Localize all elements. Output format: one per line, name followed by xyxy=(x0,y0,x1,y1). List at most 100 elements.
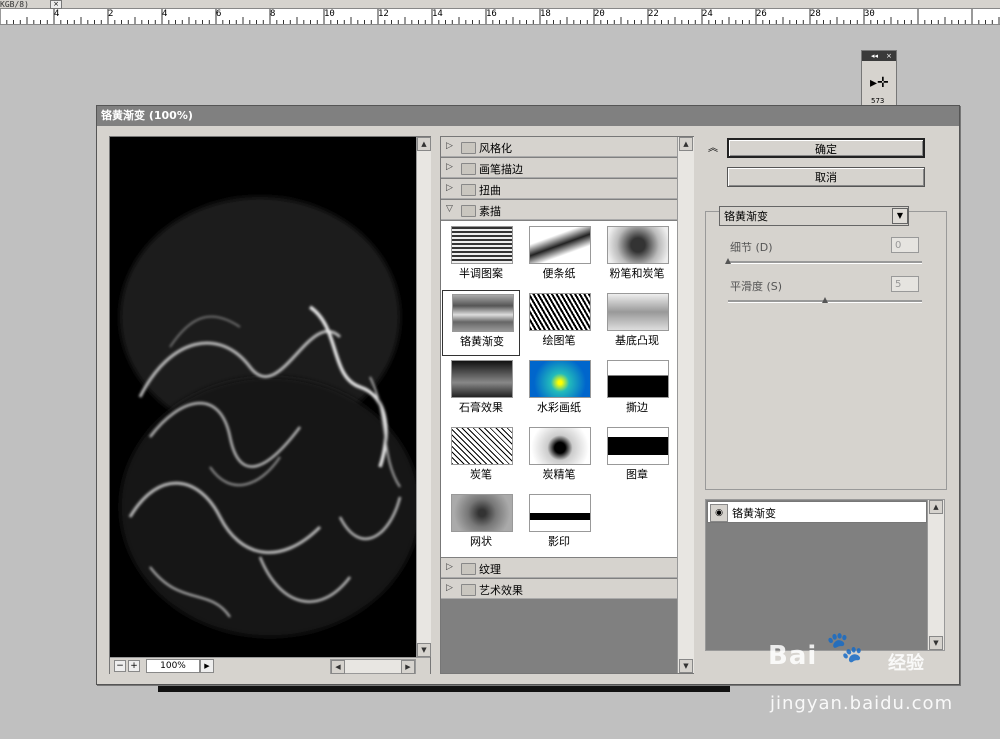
filter-thumbnail-label: 便条纸 xyxy=(542,267,576,280)
cancel-button[interactable]: 取消 xyxy=(727,167,925,187)
filter-thumbnail-label: 基底凸现 xyxy=(615,334,659,347)
filter-thumbnail[interactable]: 便条纸 xyxy=(520,223,598,289)
preview-horizontal-scrollbar[interactable]: ◀ ▶ xyxy=(330,659,416,674)
expand-triangle-icon[interactable]: ▷ xyxy=(446,141,453,151)
scroll-up-icon[interactable]: ▲ xyxy=(417,137,431,151)
scroll-right-icon[interactable]: ▶ xyxy=(401,660,415,674)
expand-triangle-icon[interactable]: ▷ xyxy=(446,562,453,572)
gallery-vertical-scrollbar[interactable]: ▲ ▼ xyxy=(677,137,694,673)
ok-button[interactable]: 确定 xyxy=(727,138,925,158)
filter-thumbnail-image xyxy=(452,294,514,332)
filter-thumbnail[interactable]: 基底凸现 xyxy=(598,290,676,356)
scroll-down-icon[interactable]: ▼ xyxy=(679,659,693,673)
category-texture[interactable]: ▷ 纹理 xyxy=(441,558,677,578)
expand-triangle-icon[interactable]: ▷ xyxy=(446,583,453,593)
filter-thumbnail[interactable]: 铬黄渐变 xyxy=(442,290,520,356)
category-distort[interactable]: ▷ 扭曲 xyxy=(441,179,677,199)
collapse-icon[interactable]: ◂◂ xyxy=(871,51,878,61)
filter-thumbnail-image xyxy=(607,226,669,264)
category-artistic[interactable]: ▷ 艺术效果 xyxy=(441,579,677,599)
scroll-up-icon[interactable]: ▲ xyxy=(679,137,693,151)
filter-thumbnail[interactable]: 绘图笔 xyxy=(520,290,598,356)
filter-thumbnail-image xyxy=(607,293,669,331)
filter-thumbnail[interactable]: 影印 xyxy=(520,491,598,557)
filter-thumbnail[interactable]: 石膏效果 xyxy=(442,357,520,423)
chevron-down-icon[interactable]: ▼ xyxy=(892,208,908,224)
ruler-corner-label: KGB/8) xyxy=(0,0,29,9)
filter-thumbnail[interactable]: 粉笔和炭笔 xyxy=(598,223,676,289)
folder-icon xyxy=(461,163,476,175)
dialog-title[interactable]: 铬黄渐变 (100%) xyxy=(97,106,959,126)
detail-slider-knob[interactable] xyxy=(725,258,731,264)
filter-thumbnail[interactable]: 半调图案 xyxy=(442,223,520,289)
filter-thumbnail-label: 粉笔和炭笔 xyxy=(609,267,665,280)
collapse-triangle-icon[interactable]: ▽ xyxy=(446,204,453,214)
filter-thumbnail-image xyxy=(607,427,669,465)
ruler-label: 26 xyxy=(756,9,767,19)
tool-panel-number: 573 xyxy=(871,97,885,105)
ruler-label: 24 xyxy=(702,9,713,19)
ruler: KGB/8) × 4 2 4 6 8 10 12 14 16 18 20 22 24 26 28 30 xyxy=(0,0,1000,25)
filter-thumbnail[interactable]: 图章 xyxy=(598,424,676,490)
filter-thumbnail[interactable]: 网状 xyxy=(442,491,520,557)
ruler-label: 28 xyxy=(810,9,821,19)
ruler-label: 14 xyxy=(432,9,443,19)
zoom-level-field[interactable]: 100% xyxy=(146,659,200,673)
watermark-url: jingyan.baidu.com xyxy=(770,693,954,714)
filter-thumbnail-label: 撕边 xyxy=(626,401,648,414)
filter-thumbnail-image xyxy=(451,494,513,532)
scroll-up-icon[interactable]: ▲ xyxy=(929,500,943,514)
ruler-label: 10 xyxy=(324,9,335,19)
move-tool-icon[interactable]: ▸✛ xyxy=(870,75,889,91)
chrome-effect-image xyxy=(110,137,416,657)
scroll-down-icon[interactable]: ▼ xyxy=(417,643,431,657)
category-label: 艺术效果 xyxy=(479,584,523,597)
category-stylize[interactable]: ▷ 风格化 xyxy=(441,137,677,157)
preview-image[interactable] xyxy=(110,137,416,657)
folder-icon xyxy=(461,184,476,196)
smoothness-slider-knob[interactable] xyxy=(822,297,828,303)
ruler-ticks xyxy=(0,9,1000,24)
filter-thumbnail[interactable]: 炭精笔 xyxy=(520,424,598,490)
layers-vertical-scrollbar[interactable]: ▲ ▼ xyxy=(927,500,944,650)
filter-thumbnail-image xyxy=(451,360,513,398)
filter-thumbnail-label: 影印 xyxy=(548,535,570,548)
scroll-left-icon[interactable]: ◀ xyxy=(331,660,345,674)
scroll-down-icon[interactable]: ▼ xyxy=(929,636,943,650)
effect-layer-row[interactable]: ◉ 铬黄渐变 xyxy=(707,501,927,523)
smoothness-field[interactable]: 5 xyxy=(891,276,919,292)
folder-icon xyxy=(461,563,476,575)
tool-panel: ◂◂ × ▸✛ 573 xyxy=(861,50,897,106)
zoom-in-button[interactable]: + xyxy=(128,660,140,672)
detail-slider[interactable] xyxy=(725,258,922,264)
thumbnail-grid: 半调图案 便条纸 粉笔和炭笔铬黄渐变 绘图笔 基底凸现石膏效果 水彩画纸 撕边炭笔 炭精笔 图章… xyxy=(441,221,677,557)
ruler-label: 22 xyxy=(648,9,659,19)
filter-select[interactable]: 铬黄渐变 ▼ xyxy=(719,206,909,226)
preview-vertical-scrollbar[interactable]: ▲ ▼ xyxy=(416,137,431,657)
paw-icon: 🐾 xyxy=(826,630,864,665)
expand-triangle-icon[interactable]: ▷ xyxy=(446,162,453,172)
folder-icon xyxy=(461,584,476,596)
ruler-toggle-button[interactable]: × xyxy=(50,0,62,9)
effect-layer-name: 铬黄渐变 xyxy=(732,507,776,520)
ruler-label: 16 xyxy=(486,9,497,19)
filter-thumbnail[interactable]: 炭笔 xyxy=(442,424,520,490)
filter-thumbnail[interactable]: 撕边 xyxy=(598,357,676,423)
filter-thumbnail[interactable]: 水彩画纸 xyxy=(520,357,598,423)
filter-thumbnail-image xyxy=(529,427,591,465)
category-sketch[interactable]: ▽ 素描 xyxy=(441,200,677,220)
zoom-out-button[interactable]: − xyxy=(114,660,126,672)
close-icon[interactable]: × xyxy=(886,51,892,61)
filter-thumbnail-label: 半调图案 xyxy=(459,267,503,280)
zoom-menu-arrow-icon[interactable]: ▶ xyxy=(200,659,214,673)
detail-field[interactable]: 0 xyxy=(891,237,919,253)
preview-statusbar: − + 100% ▶ ◀ ▶ xyxy=(110,657,430,674)
expand-triangle-icon[interactable]: ▷ xyxy=(446,183,453,193)
collapse-gallery-icon[interactable]: ︽ xyxy=(708,139,718,154)
eye-icon[interactable]: ◉ xyxy=(710,504,728,522)
folder-icon xyxy=(461,142,476,154)
smoothness-slider[interactable] xyxy=(728,297,922,303)
filter-thumbnail-label: 铬黄渐变 xyxy=(460,335,504,348)
category-brush-strokes[interactable]: ▷ 画笔描边 xyxy=(441,158,677,178)
filter-thumbnail-image xyxy=(529,360,591,398)
